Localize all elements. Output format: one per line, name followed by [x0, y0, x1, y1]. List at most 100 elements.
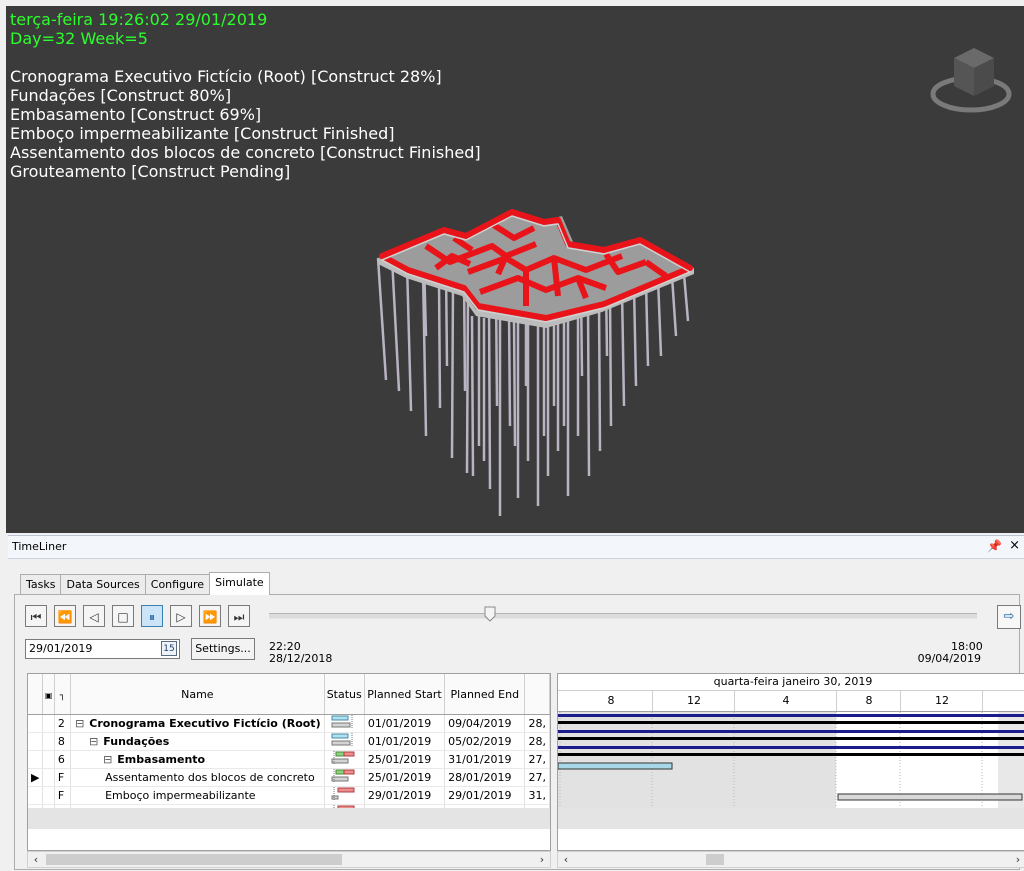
table-row[interactable]: 2 ⊟ Cronograma Executivo Fictício (Root) 01…: [28, 714, 550, 733]
timeliner-title: TimeLiner: [12, 540, 67, 553]
export-animation-button[interactable]: ⇨: [997, 605, 1021, 629]
task-name-cell[interactable]: ⊟ Cronograma Executivo Fictício (Root): [70, 714, 325, 733]
extra-cell[interactable]: 27,: [524, 750, 550, 769]
grid-empty-area: [28, 808, 550, 829]
simulate-panel: ⏮ ⏪ ◁ □ ⏸ ▷ ⏩ ⏭ ⇨ 29/01/2019 15 Settings…: [14, 594, 1024, 870]
extra-cell[interactable]: 27,: [524, 768, 550, 787]
extra-cell[interactable]: 28,: [524, 714, 550, 733]
building-model: [376, 209, 694, 516]
tab-data-sources[interactable]: Data Sources: [60, 574, 146, 595]
table-row[interactable]: 6 ⊟ Embasamento 25/01/2019 31/01/2019 27,: [28, 750, 550, 769]
viewcube-icon[interactable]: [926, 36, 1016, 116]
tab-simulate[interactable]: Simulate: [209, 572, 270, 595]
active-cell[interactable]: [42, 750, 55, 769]
gantt-scroll-thumb[interactable]: [706, 854, 724, 865]
3d-viewport[interactable]: terça-feira 19:26:02 29/01/2019 Day=32 W…: [0, 0, 1024, 533]
simulation-date-field[interactable]: 29/01/2019 15: [25, 639, 180, 659]
name-column-header[interactable]: Name: [70, 674, 325, 715]
range-start-date: 28/12/2018: [269, 652, 333, 665]
planned-start-cell[interactable]: 25/01/2019: [364, 768, 446, 787]
play-reverse-button[interactable]: ◁: [83, 605, 105, 627]
tab-tasks[interactable]: Tasks: [20, 574, 62, 595]
extra-column-header[interactable]: [524, 674, 550, 715]
task-number: 2: [54, 714, 72, 733]
pin-icon[interactable]: 📌: [987, 539, 1002, 553]
collapse-icon[interactable]: ⊟: [103, 753, 112, 766]
planned-end-cell[interactable]: 29/01/2019: [444, 786, 526, 805]
table-row[interactable]: 8 ⊟ Fundações 01/01/2019 05/02/2019 28,: [28, 732, 550, 751]
task-name: Assentamento dos blocos de concreto: [105, 771, 315, 784]
gantt-chart[interactable]: quarta-feira janeiro 30, 2019 8 12 4 8 1…: [557, 673, 1024, 851]
active-col-header[interactable]: ▣: [42, 674, 55, 715]
grid-scroll-thumb[interactable]: [46, 854, 342, 865]
step-back-button[interactable]: ⏪: [54, 605, 76, 627]
scroll-left-icon[interactable]: ‹: [28, 852, 44, 867]
stop-button[interactable]: □: [112, 605, 134, 627]
row-indicator[interactable]: [28, 732, 44, 751]
calendar-icon[interactable]: 15: [161, 641, 177, 656]
simulation-slider-track[interactable]: [269, 613, 977, 619]
collapse-icon[interactable]: ⊟: [89, 735, 98, 748]
row-indicator[interactable]: [28, 750, 44, 769]
play-button[interactable]: ▷: [170, 605, 192, 627]
table-row[interactable]: ▶ F Assentamento dos blocos de concreto 25/…: [28, 768, 550, 787]
grid-horizontal-scrollbar[interactable]: ‹ ›: [27, 851, 551, 868]
scroll-right-icon[interactable]: ›: [1010, 852, 1024, 867]
planned-start-cell[interactable]: 29/01/2019: [364, 786, 446, 805]
model-scene[interactable]: terça-feira 19:26:02 29/01/2019 Day=32 W…: [6, 6, 1024, 533]
gantt-tick: 4: [734, 691, 837, 711]
settings-button[interactable]: Settings...: [191, 638, 255, 660]
scroll-left-icon[interactable]: ‹: [558, 852, 574, 867]
active-cell[interactable]: [42, 768, 55, 787]
gantt-date-header: quarta-feira janeiro 30, 2019: [558, 674, 1024, 691]
task-number: F: [54, 786, 72, 805]
row-indicator[interactable]: [28, 786, 44, 805]
row-indicator[interactable]: [28, 714, 44, 733]
simulation-slider-thumb[interactable]: [484, 606, 496, 622]
status-column-header[interactable]: Status: [324, 674, 365, 715]
active-cell[interactable]: [42, 786, 55, 805]
planned-start-cell[interactable]: 25/01/2019: [364, 750, 446, 769]
planned-end-cell[interactable]: 31/01/2019: [444, 750, 526, 769]
table-row[interactable]: F Emboço impermeabilizante 29/01/2019 29/01…: [28, 786, 550, 805]
forward-to-end-button[interactable]: ⏭: [228, 605, 250, 627]
task-name: Embasamento: [117, 753, 206, 766]
scroll-right-icon[interactable]: ›: [534, 852, 550, 867]
gantt-bar-grouteamento: [837, 793, 1023, 801]
task-name: Cronograma Executivo Fictício (Root): [89, 717, 321, 730]
task-name-cell[interactable]: Emboço impermeabilizante: [70, 786, 325, 805]
active-cell[interactable]: [42, 714, 55, 733]
tab-configure[interactable]: Configure: [144, 574, 211, 595]
active-cell[interactable]: [42, 732, 55, 751]
planned-end-cell[interactable]: 28/01/2019: [444, 768, 526, 787]
range-end-date: 09/04/2019: [917, 652, 981, 665]
gantt-tick: 12: [900, 691, 983, 711]
timeliner-panel: TimeLiner 📌 × Tasks Data Sources Configu…: [8, 535, 1024, 871]
collapse-icon[interactable]: ⊟: [75, 717, 84, 730]
planned-end-cell[interactable]: 09/04/2019: [444, 714, 526, 733]
planned-start-cell[interactable]: 01/01/2019: [364, 714, 446, 733]
attachment-col-header[interactable]: ┐: [54, 674, 72, 715]
rewind-button[interactable]: ⏮: [25, 605, 47, 627]
extra-cell[interactable]: 28,: [524, 732, 550, 751]
gantt-horizontal-scrollbar[interactable]: ‹ ›: [557, 851, 1024, 868]
task-number: F: [54, 768, 72, 787]
planned-start-column-header[interactable]: Planned Start: [364, 674, 446, 715]
pause-button[interactable]: ⏸: [141, 605, 163, 627]
gantt-tick: 12: [652, 691, 735, 711]
gantt-time-ticks: 8 12 4 8 12 4: [558, 691, 1024, 712]
planned-start-cell[interactable]: 01/01/2019: [364, 732, 446, 751]
status-icon: [324, 750, 365, 769]
task-name-cell[interactable]: ⊟ Fundações: [70, 732, 325, 751]
row-indicator[interactable]: ▶: [28, 768, 44, 787]
gantt-tick: 8: [607, 694, 615, 707]
close-icon[interactable]: ×: [1009, 538, 1020, 553]
planned-end-cell[interactable]: 05/02/2019: [444, 732, 526, 751]
task-name-cell[interactable]: ⊟ Embasamento: [70, 750, 325, 769]
gantt-bars: [558, 712, 1024, 808]
step-forward-button[interactable]: ⏩: [199, 605, 221, 627]
planned-end-column-header[interactable]: Planned End: [444, 674, 526, 715]
task-name-cell[interactable]: Assentamento dos blocos de concreto: [70, 768, 325, 787]
task-name: Fundações: [103, 735, 170, 748]
extra-cell[interactable]: 31,: [524, 786, 550, 805]
